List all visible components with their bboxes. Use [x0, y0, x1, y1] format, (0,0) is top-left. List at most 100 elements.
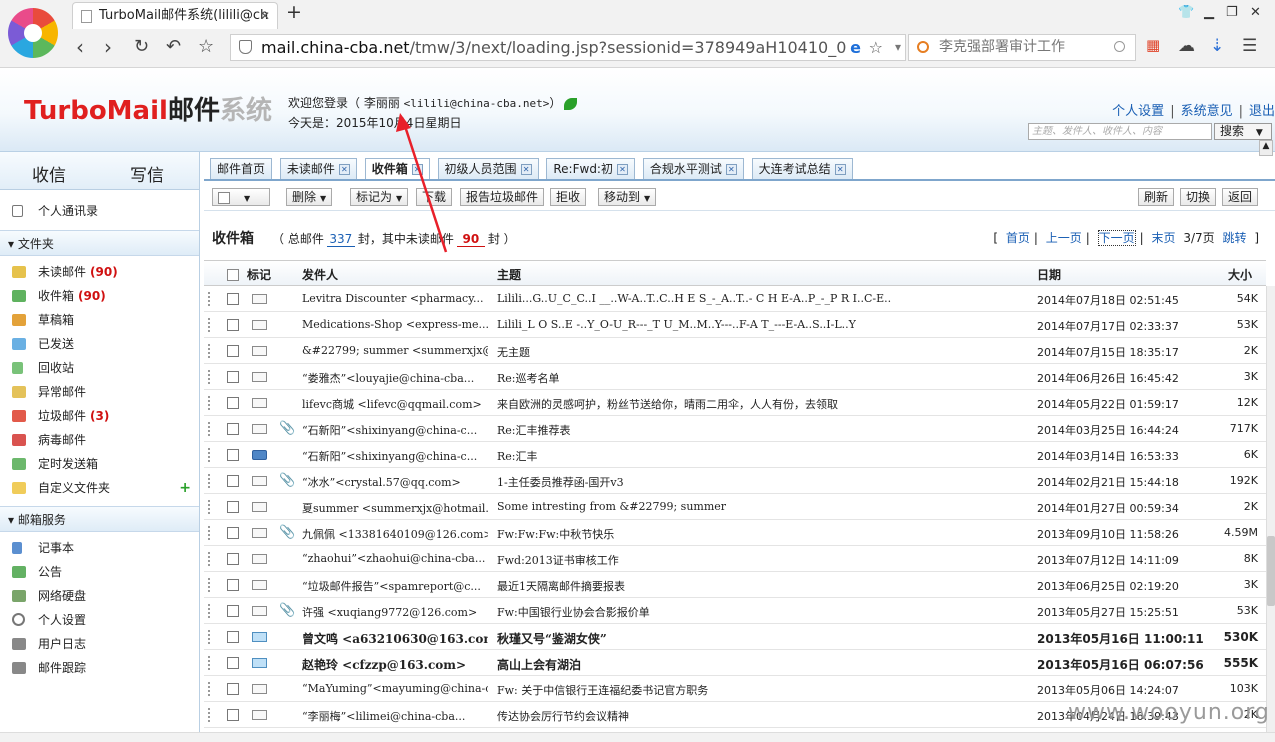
email-subject[interactable]: 高山上会有湖泊 — [497, 656, 1027, 673]
drag-handle-icon[interactable] — [208, 292, 212, 306]
jump-link[interactable]: 跳转 — [1222, 231, 1246, 245]
email-from[interactable]: 许强 <xuqiang9772@126.com> — [302, 604, 488, 620]
email-from[interactable]: “石新阳”<shixinyang@china-c... — [302, 422, 488, 438]
col-date[interactable]: 日期 — [1037, 266, 1061, 283]
collapse-icon[interactable]: ▾ — [8, 237, 18, 251]
browser-logo-icon[interactable] — [8, 8, 58, 58]
table-row[interactable]: Levitra Discounter <pharmacy... Lilili...… — [204, 286, 1266, 312]
new-tab-button[interactable]: + — [286, 1, 302, 23]
sidebar-item-spam[interactable]: 垃圾邮件 (3) — [0, 404, 199, 428]
row-checkbox[interactable] — [227, 631, 239, 643]
row-checkbox[interactable] — [227, 553, 239, 565]
sidebar-item-netdisk[interactable]: 网络硬盘 — [0, 584, 199, 608]
apps-grid-icon[interactable]: ▦ — [1146, 36, 1160, 54]
back-button[interactable]: 返回 — [1222, 188, 1259, 206]
table-row[interactable]: 夏summer <summerxjx@hotmail.... Some intre… — [204, 494, 1266, 520]
email-subject[interactable]: Lilili_L O S..E -..Y_O-U_R---_T U_M..M..… — [497, 318, 1027, 331]
email-from[interactable]: Levitra Discounter <pharmacy... — [302, 292, 488, 305]
row-checkbox[interactable] — [227, 657, 239, 669]
close-icon[interactable]: ✕ — [338, 164, 350, 175]
drag-handle-icon[interactable] — [208, 656, 212, 670]
tab-home[interactable]: 邮件首页 — [210, 158, 273, 180]
select-dropdown[interactable]: ▼ — [212, 188, 270, 206]
close-tab-icon[interactable]: ✕ — [260, 3, 270, 29]
tab-unread[interactable]: 未读邮件 ✕ — [279, 158, 357, 180]
row-checkbox[interactable] — [227, 423, 239, 435]
select-all-checkbox[interactable] — [218, 191, 230, 204]
close-window-button[interactable]: ✕ — [1250, 5, 1261, 20]
last-page-link[interactable]: 末页 — [1151, 231, 1175, 245]
chevron-down-icon[interactable]: ▾ — [895, 35, 901, 60]
table-row[interactable]: 曾文鸣 <a63210630@163.com> 秋瑾又号“鉴湖女侠” 2013年05… — [204, 624, 1266, 650]
unread-count[interactable]: 90 — [456, 232, 485, 247]
table-row[interactable]: 📎 九佩佩 <13381640109@126.com> Fw:Fw:Fw:中秋节快乐… — [204, 520, 1266, 546]
mark-as-button[interactable]: 标记为 ▼ — [350, 188, 409, 206]
ie-mode-icon[interactable]: e — [850, 35, 861, 60]
address-bar[interactable]: mail.china-cba.net/tmw/3/next/loading.js… — [230, 34, 906, 61]
email-subject[interactable]: Re:汇丰 — [497, 448, 1027, 464]
services-section-title[interactable]: ▾ 邮箱服务 — [0, 506, 199, 532]
email-subject[interactable]: Fw:中国银行业协会合影报价单 — [497, 604, 1027, 620]
back-icon[interactable]: ‹ — [76, 35, 84, 61]
col-mark[interactable]: 标记 — [247, 266, 271, 283]
close-icon[interactable]: ✕ — [834, 164, 846, 175]
tab-compliance-test[interactable]: 合规水平测试 ✕ — [642, 158, 744, 180]
compose-button[interactable]: 写信 — [130, 161, 164, 186]
favorite-star-icon[interactable]: ☆ — [869, 35, 883, 60]
next-page-link[interactable]: 下一页 — [1097, 230, 1136, 246]
minimize-button[interactable]: ▁ — [1204, 5, 1214, 20]
col-from[interactable]: 发件人 — [302, 266, 338, 283]
email-subject[interactable]: 最近1天隔离邮件摘要报表 — [497, 578, 1027, 594]
shirt-icon[interactable]: 👕 — [1178, 5, 1194, 20]
email-from[interactable]: 夏summer <summerxjx@hotmail.... — [302, 500, 488, 516]
email-subject[interactable]: 来自欧洲的灵感呵护，粉丝节送给你，晴雨二用伞，人人有份，去领取 — [497, 396, 1027, 412]
col-subject[interactable]: 主题 — [497, 266, 521, 283]
total-count[interactable]: 337 — [326, 232, 355, 247]
col-size[interactable]: 大小 — [1228, 266, 1252, 283]
row-checkbox[interactable] — [227, 293, 239, 305]
email-subject[interactable]: 无主题 — [497, 344, 1027, 360]
undo-icon[interactable]: ↶ — [166, 35, 181, 61]
row-checkbox[interactable] — [227, 319, 239, 331]
drag-handle-icon[interactable] — [208, 604, 212, 618]
email-from[interactable]: “石新阳”<shixinyang@china-c... — [302, 448, 488, 464]
tab-refwd[interactable]: Re:Fwd:初 ✕ — [546, 158, 635, 180]
drag-handle-icon[interactable] — [208, 682, 212, 696]
sidebar-item-abnormal[interactable]: 异常邮件 — [0, 380, 199, 404]
email-subject[interactable]: Lilili...G..U_C_C..I __..W-A..T..C..H E … — [497, 292, 1027, 305]
move-to-button[interactable]: 移动到 ▼ — [598, 188, 657, 206]
close-icon[interactable]: ✕ — [616, 164, 628, 175]
sidebar-item-notepad[interactable]: 记事本 — [0, 536, 199, 560]
row-checkbox[interactable] — [227, 345, 239, 357]
browser-search-box[interactable]: 李克强部署审计工作 — [908, 34, 1136, 61]
row-checkbox[interactable] — [227, 683, 239, 695]
sidebar-item-custom[interactable]: 自定义文件夹 + — [0, 476, 199, 500]
drag-handle-icon[interactable] — [208, 526, 212, 540]
tab-inbox[interactable]: 收件箱 ✕ — [364, 158, 430, 180]
drag-handle-icon[interactable] — [208, 578, 212, 592]
forward-icon[interactable]: › — [104, 35, 112, 61]
feedback-link[interactable]: 系统意见 — [1181, 104, 1233, 119]
email-subject[interactable]: Re:巡考名单 — [497, 370, 1027, 386]
maximize-button[interactable]: ❐ — [1226, 5, 1238, 20]
email-from[interactable]: 曾文鸣 <a63210630@163.com> — [302, 630, 488, 647]
sidebar-item-trash[interactable]: 回收站 — [0, 356, 199, 380]
download-button[interactable]: 下载 — [416, 188, 453, 206]
email-subject[interactable]: Re:汇丰推荐表 — [497, 422, 1027, 438]
email-subject[interactable]: 1-主任委员推荐函-国开v3 — [497, 474, 1027, 490]
scrollbar-thumb[interactable] — [1267, 536, 1275, 606]
sidebar-item-inbox[interactable]: 收件箱 (90) — [0, 284, 199, 308]
drag-handle-icon[interactable] — [208, 422, 212, 436]
email-subject[interactable]: Fw: 关于中信银行王连福纪委书记官方职务 — [497, 682, 1027, 698]
email-subject[interactable]: 秋瑾又号“鉴湖女侠” — [497, 630, 1027, 647]
drag-handle-icon[interactable] — [208, 448, 212, 462]
sidebar-item-tracking[interactable]: 邮件跟踪 — [0, 656, 199, 680]
table-row[interactable]: “MaYuming”<mayuming@china-c... Fw: 关于中信银行… — [204, 676, 1266, 702]
email-from[interactable]: “李丽梅”<lilimei@china-cba... — [302, 708, 488, 724]
row-checkbox[interactable] — [227, 579, 239, 591]
sidebar-item-virus[interactable]: 病毒邮件 — [0, 428, 199, 452]
table-row[interactable]: “zhaohui”<zhaohui@china-cba... Fwd:2013证书… — [204, 546, 1266, 572]
email-from[interactable]: Medications-Shop <express-me... — [302, 318, 488, 331]
email-from[interactable]: “zhaohui”<zhaohui@china-cba... — [302, 552, 488, 565]
settings-link[interactable]: 个人设置 — [1112, 104, 1164, 119]
